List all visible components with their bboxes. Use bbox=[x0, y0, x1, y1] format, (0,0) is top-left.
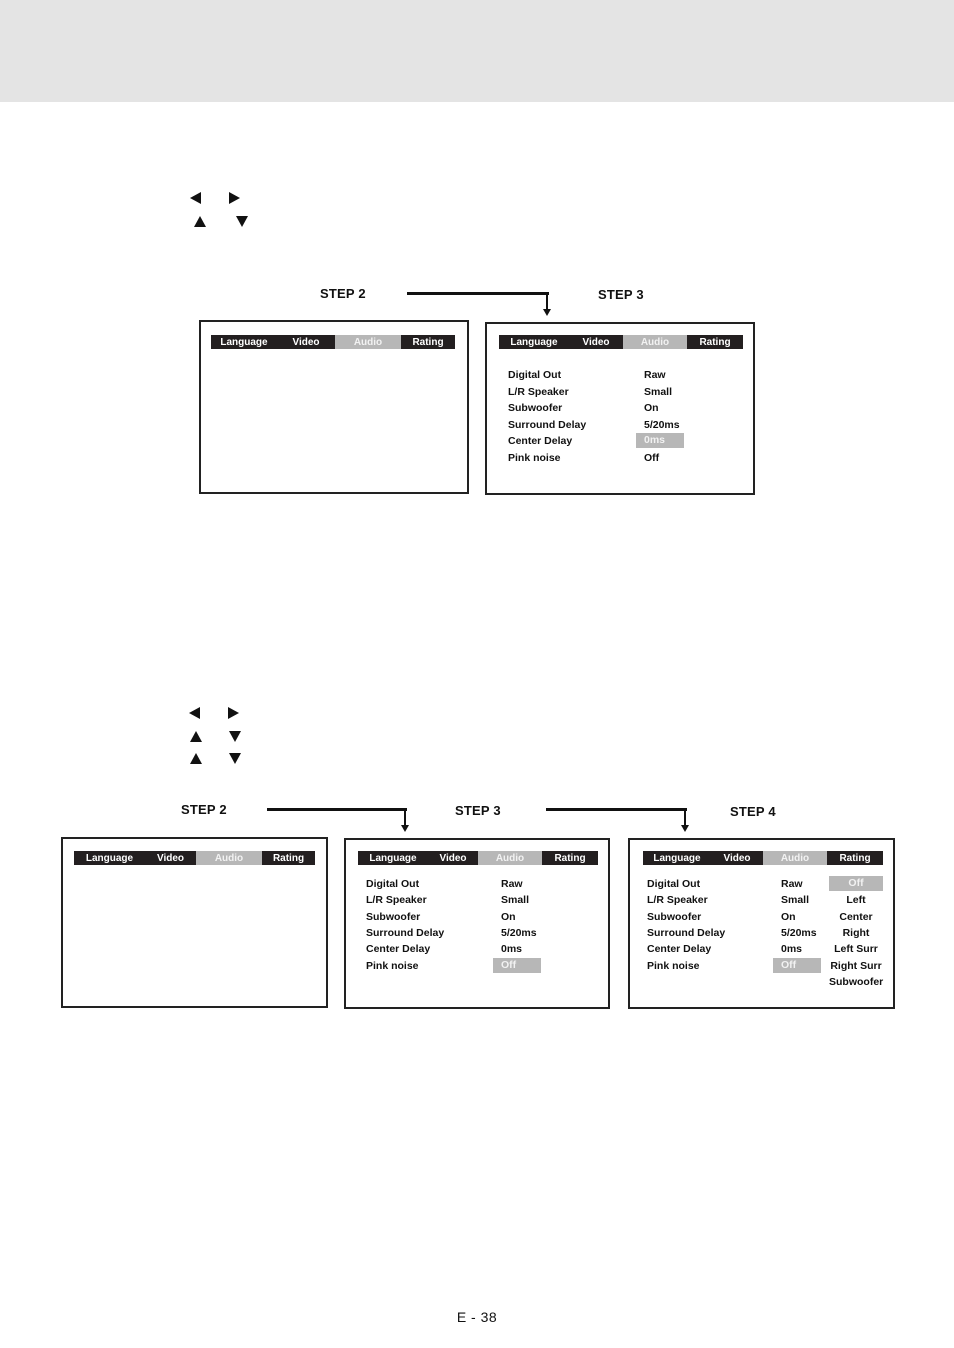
setting-value-surround-delay[interactable]: 5/20ms bbox=[644, 419, 680, 431]
tab-language[interactable]: Language bbox=[358, 851, 428, 865]
step-label: STEP 3 bbox=[455, 803, 501, 818]
setting-label-center-delay[interactable]: Center Delay bbox=[366, 943, 430, 955]
setting-label-subwoofer[interactable]: Subwoofer bbox=[508, 402, 562, 414]
tab-audio[interactable]: Audio bbox=[196, 851, 262, 865]
setting-value-center-delay[interactable]: 0ms bbox=[781, 943, 802, 955]
tab-language[interactable]: Language bbox=[499, 335, 569, 349]
tab-video[interactable]: Video bbox=[277, 335, 335, 349]
setting-label-subwoofer[interactable]: Subwoofer bbox=[366, 911, 420, 923]
connector-line bbox=[546, 808, 687, 811]
down-arrow-icon bbox=[236, 216, 248, 227]
setting-value-subwoofer[interactable]: On bbox=[781, 911, 796, 923]
connector-line bbox=[404, 808, 406, 826]
right-arrow-icon bbox=[229, 192, 240, 204]
tab-video[interactable]: Video bbox=[569, 335, 623, 349]
setting-label-pink-noise[interactable]: Pink noise bbox=[647, 960, 700, 972]
connector-line bbox=[407, 292, 549, 295]
tab-video[interactable]: Video bbox=[428, 851, 478, 865]
setting-value-lr-speaker[interactable]: Small bbox=[781, 894, 809, 906]
setting-value-pink-noise-selected[interactable]: Off bbox=[773, 958, 821, 973]
down-arrow-icon bbox=[229, 753, 241, 764]
setting-value-surround-delay[interactable]: 5/20ms bbox=[501, 927, 537, 939]
setting-value-digital-out[interactable]: Raw bbox=[644, 369, 666, 381]
osd-screen-step4: Language Video Audio Rating Digital Out … bbox=[628, 838, 895, 1009]
setting-label-surround-delay[interactable]: Surround Delay bbox=[366, 927, 444, 939]
osd-screen-step2: Language Video Audio Rating bbox=[61, 837, 328, 1008]
option-off-selected[interactable]: Off bbox=[829, 876, 883, 891]
setting-label-digital-out[interactable]: Digital Out bbox=[366, 878, 419, 890]
option-subwoofer[interactable]: Subwoofer bbox=[829, 976, 883, 988]
up-arrow-icon bbox=[190, 731, 202, 742]
tab-rating[interactable]: Rating bbox=[401, 335, 455, 349]
option-left[interactable]: Left bbox=[829, 894, 883, 906]
tab-bar: Language Video Audio Rating bbox=[643, 851, 883, 865]
tab-rating[interactable]: Rating bbox=[262, 851, 315, 865]
setting-label-pink-noise[interactable]: Pink noise bbox=[508, 452, 561, 464]
tab-audio[interactable]: Audio bbox=[335, 335, 401, 349]
setting-label-digital-out[interactable]: Digital Out bbox=[647, 878, 700, 890]
setting-label-subwoofer[interactable]: Subwoofer bbox=[647, 911, 701, 923]
arrow-down-icon bbox=[543, 309, 551, 316]
tab-rating[interactable]: Rating bbox=[827, 851, 883, 865]
setting-label-center-delay[interactable]: Center Delay bbox=[508, 435, 572, 447]
option-center[interactable]: Center bbox=[829, 911, 883, 923]
setting-value-digital-out[interactable]: Raw bbox=[501, 878, 523, 890]
left-arrow-icon bbox=[189, 707, 200, 719]
right-arrow-icon bbox=[228, 707, 239, 719]
setting-label-surround-delay[interactable]: Surround Delay bbox=[508, 419, 586, 431]
connector-line bbox=[267, 808, 407, 811]
setting-label-lr-speaker[interactable]: L/R Speaker bbox=[647, 894, 708, 906]
setting-value-subwoofer[interactable]: On bbox=[501, 911, 516, 923]
setting-value-lr-speaker[interactable]: Small bbox=[644, 386, 672, 398]
setting-value-center-delay-selected[interactable]: 0ms bbox=[636, 433, 684, 448]
tab-bar: Language Video Audio Rating bbox=[499, 335, 743, 349]
setting-value-subwoofer[interactable]: On bbox=[644, 402, 659, 414]
setting-value-center-delay[interactable]: 0ms bbox=[501, 943, 522, 955]
step-label: STEP 3 bbox=[598, 287, 644, 302]
setting-value-pink-noise[interactable]: Off bbox=[644, 452, 659, 464]
step-label: STEP 4 bbox=[730, 804, 776, 819]
tab-rating[interactable]: Rating bbox=[542, 851, 598, 865]
tab-language[interactable]: Language bbox=[74, 851, 145, 865]
arrow-down-icon bbox=[681, 825, 689, 832]
setting-value-surround-delay[interactable]: 5/20ms bbox=[781, 927, 817, 939]
tab-language[interactable]: Language bbox=[643, 851, 711, 865]
osd-screen-step2: Language Video Audio Rating bbox=[199, 320, 469, 494]
connector-line bbox=[684, 808, 686, 826]
setting-value-pink-noise-selected[interactable]: Off bbox=[493, 958, 541, 973]
arrow-down-icon bbox=[401, 825, 409, 832]
up-arrow-icon bbox=[194, 216, 206, 227]
tab-audio[interactable]: Audio bbox=[763, 851, 827, 865]
tab-bar: Language Video Audio Rating bbox=[74, 851, 315, 865]
tab-audio[interactable]: Audio bbox=[478, 851, 542, 865]
setting-label-surround-delay[interactable]: Surround Delay bbox=[647, 927, 725, 939]
option-right-surr[interactable]: Right Surr bbox=[829, 960, 883, 972]
up-arrow-icon bbox=[190, 753, 202, 764]
osd-screen-step3: Language Video Audio Rating Digital Out … bbox=[485, 322, 755, 495]
setting-label-lr-speaker[interactable]: L/R Speaker bbox=[508, 386, 569, 398]
setting-value-digital-out[interactable]: Raw bbox=[781, 878, 803, 890]
setting-label-digital-out[interactable]: Digital Out bbox=[508, 369, 561, 381]
tab-language[interactable]: Language bbox=[211, 335, 277, 349]
tab-rating[interactable]: Rating bbox=[687, 335, 743, 349]
setting-label-pink-noise[interactable]: Pink noise bbox=[366, 960, 419, 972]
tab-video[interactable]: Video bbox=[711, 851, 763, 865]
option-left-surr[interactable]: Left Surr bbox=[829, 943, 883, 955]
option-right[interactable]: Right bbox=[829, 927, 883, 939]
page-number: E - 38 bbox=[456, 1309, 498, 1325]
left-arrow-icon bbox=[190, 192, 201, 204]
tab-video[interactable]: Video bbox=[145, 851, 196, 865]
osd-screen-step3: Language Video Audio Rating Digital Out … bbox=[344, 838, 610, 1009]
down-arrow-icon bbox=[229, 731, 241, 742]
setting-value-lr-speaker[interactable]: Small bbox=[501, 894, 529, 906]
tab-bar: Language Video Audio Rating bbox=[211, 335, 455, 349]
step-label: STEP 2 bbox=[320, 286, 366, 301]
setting-label-center-delay[interactable]: Center Delay bbox=[647, 943, 711, 955]
header-band bbox=[0, 0, 954, 102]
setting-label-lr-speaker[interactable]: L/R Speaker bbox=[366, 894, 427, 906]
tab-audio[interactable]: Audio bbox=[623, 335, 687, 349]
step-label: STEP 2 bbox=[181, 802, 227, 817]
tab-bar: Language Video Audio Rating bbox=[358, 851, 598, 865]
